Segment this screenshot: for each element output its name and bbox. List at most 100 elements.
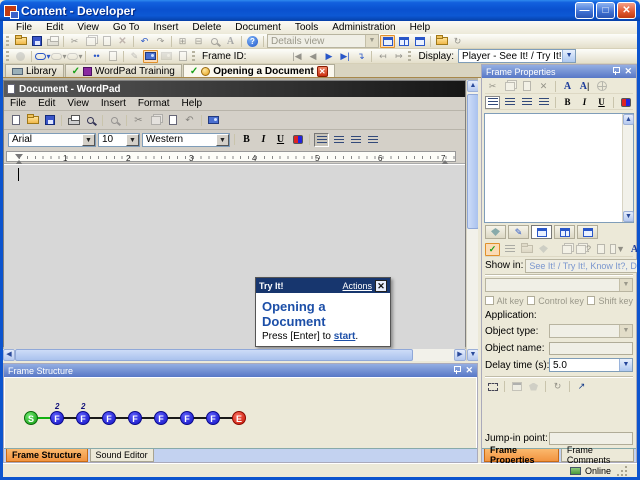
- first-frame-button[interactable]: |◀: [289, 50, 304, 63]
- fp-page-button[interactable]: [593, 243, 608, 256]
- stage-horizontal-scrollbar[interactable]: ◀ ▶: [3, 349, 466, 361]
- wp-menu-edit[interactable]: Edit: [32, 98, 61, 109]
- fp-bold-button[interactable]: B: [560, 96, 575, 109]
- menu-tools[interactable]: Tools: [288, 22, 325, 33]
- close-panel-icon[interactable]: ✕: [465, 365, 473, 376]
- fp-copy-icon[interactable]: [502, 80, 517, 93]
- frame-node[interactable]: 2F: [76, 402, 90, 425]
- fp-list-button[interactable]: [502, 243, 517, 256]
- cut-button[interactable]: ✂: [67, 35, 82, 48]
- refresh-button[interactable]: ↻: [450, 35, 465, 48]
- fp-mode-tab-3[interactable]: [531, 225, 552, 239]
- wp-preview-icon[interactable]: [83, 113, 98, 127]
- wp-datetime-icon[interactable]: [206, 113, 221, 127]
- fp-edit-action-button[interactable]: ✓: [485, 242, 500, 256]
- tab-wordpad-training[interactable]: ✓ WordPad Training: [64, 64, 182, 77]
- scroll-thumb[interactable]: [467, 94, 478, 229]
- editor-scrollbar[interactable]: ▲ ▼: [622, 114, 634, 222]
- pin-icon[interactable]: [612, 67, 621, 76]
- view-mode-combo[interactable]: Details view ▼: [267, 34, 379, 48]
- vertical-view-button[interactable]: [412, 35, 427, 48]
- save-button[interactable]: [29, 35, 44, 48]
- minimize-button[interactable]: —: [575, 2, 594, 19]
- collapse-button[interactable]: ⊟: [191, 35, 206, 48]
- previous-frame-button[interactable]: ◀: [305, 50, 320, 63]
- wp-new-icon[interactable]: [8, 113, 23, 127]
- scroll-right-icon[interactable]: ▶: [454, 349, 466, 361]
- fp-web-icon[interactable]: [594, 80, 609, 93]
- fp-redo-area-button[interactable]: ↻: [550, 380, 565, 393]
- fp-select-area-button[interactable]: [485, 380, 500, 393]
- menu-view[interactable]: View: [70, 22, 106, 33]
- fp-rectangle-button[interactable]: [509, 380, 524, 393]
- fp-folder-button[interactable]: [519, 243, 534, 256]
- frame-node-start[interactable]: S: [24, 411, 38, 425]
- tab-frame-structure[interactable]: Frame Structure: [6, 449, 88, 462]
- close-tab-icon[interactable]: ✕: [316, 65, 328, 77]
- menu-goto[interactable]: Go To: [106, 22, 147, 33]
- menu-help[interactable]: Help: [403, 22, 438, 33]
- frame-node[interactable]: F: [206, 411, 220, 425]
- wp-align-center-button[interactable]: [331, 133, 346, 147]
- wp-save-icon[interactable]: [42, 113, 57, 127]
- menu-insert[interactable]: Insert: [146, 22, 185, 33]
- menu-edit[interactable]: Edit: [39, 22, 70, 33]
- action-type-combo[interactable]: ▼: [485, 278, 633, 292]
- scroll-up-icon[interactable]: ▲: [467, 80, 478, 92]
- menu-file[interactable]: File: [9, 22, 39, 33]
- fp-italic-button[interactable]: I: [577, 96, 592, 109]
- redo-button[interactable]: ↷: [153, 35, 168, 48]
- wp-font-combo[interactable]: Arial ▼: [8, 132, 96, 147]
- toolbar-grip[interactable]: [6, 50, 9, 62]
- wp-align-right-button[interactable]: [348, 133, 363, 147]
- frame-node-end[interactable]: E: [232, 411, 246, 425]
- fp-jump-arrow-button[interactable]: ↗: [574, 380, 589, 393]
- fp-page-down-button[interactable]: ▼: [610, 243, 625, 256]
- tab-sound-editor[interactable]: Sound Editor: [89, 449, 154, 462]
- wp-align-left-button[interactable]: [314, 132, 329, 147]
- chevron-down-icon[interactable]: ▼: [126, 133, 139, 146]
- record-button[interactable]: [13, 50, 28, 63]
- fp-align-center-button[interactable]: [502, 96, 517, 109]
- chevron-down-icon[interactable]: ▼: [82, 133, 95, 146]
- tab-library[interactable]: Library: [5, 64, 64, 77]
- control-key-checkbox[interactable]: [526, 296, 536, 305]
- wp-find-icon[interactable]: [107, 113, 122, 127]
- insert-frames-button[interactable]: ••: [89, 50, 104, 63]
- frame-node[interactable]: 2F: [50, 402, 64, 425]
- fp-align-justify-button[interactable]: [536, 96, 551, 109]
- maximize-button[interactable]: □: [596, 2, 615, 19]
- fp-mode-tab-2[interactable]: ✎: [508, 225, 529, 239]
- wp-italic-button[interactable]: I: [256, 133, 271, 147]
- wp-menu-file[interactable]: File: [4, 98, 32, 109]
- fp-fill-button[interactable]: [536, 243, 551, 256]
- menu-document[interactable]: Document: [228, 22, 288, 33]
- copy-button[interactable]: [83, 35, 98, 48]
- fp-font-icon[interactable]: A: [560, 80, 575, 93]
- details-view-button[interactable]: [380, 34, 395, 48]
- stage-vertical-scrollbar[interactable]: ▲ ▼: [466, 80, 478, 361]
- bubble-text-editor[interactable]: ▲ ▼: [484, 113, 634, 223]
- last-frame-button[interactable]: ▶|: [337, 50, 352, 63]
- fp-paste-icon[interactable]: [519, 80, 534, 93]
- chevron-down-icon[interactable]: ▼: [562, 50, 576, 62]
- indent-marker[interactable]: [15, 154, 23, 159]
- start-link[interactable]: start: [334, 331, 356, 342]
- fp-align-left-button[interactable]: [485, 95, 500, 109]
- fp-text-icon[interactable]: A |: [577, 80, 592, 93]
- recapture-button[interactable]: [143, 49, 158, 63]
- wp-charset-combo[interactable]: Western ▼: [142, 132, 230, 147]
- shift-key-checkbox[interactable]: [586, 296, 596, 305]
- undo-button[interactable]: ↶: [137, 35, 152, 48]
- frame-node[interactable]: F: [102, 411, 116, 425]
- wp-bullets-button[interactable]: [365, 133, 380, 147]
- toolbar-grip[interactable]: [6, 35, 9, 47]
- alt-key-checkbox[interactable]: [485, 296, 494, 305]
- fp-translate-icon[interactable]: [618, 96, 633, 109]
- toolbar-grip[interactable]: [408, 50, 412, 62]
- expand-button[interactable]: ⊞: [175, 35, 190, 48]
- branch-button[interactable]: ▾: [67, 50, 83, 63]
- wp-color-button[interactable]: [290, 133, 305, 147]
- fp-delete-icon[interactable]: ✕: [536, 80, 551, 93]
- chevron-down-icon[interactable]: ▼: [619, 359, 632, 371]
